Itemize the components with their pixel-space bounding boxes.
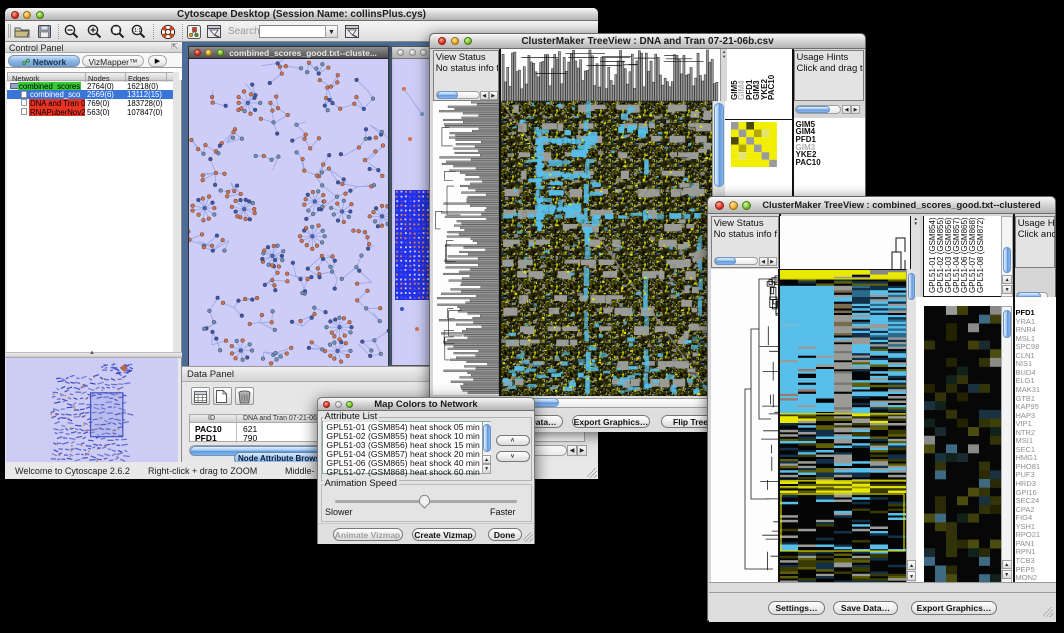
svg-text:1:1: 1:1: [134, 28, 141, 34]
